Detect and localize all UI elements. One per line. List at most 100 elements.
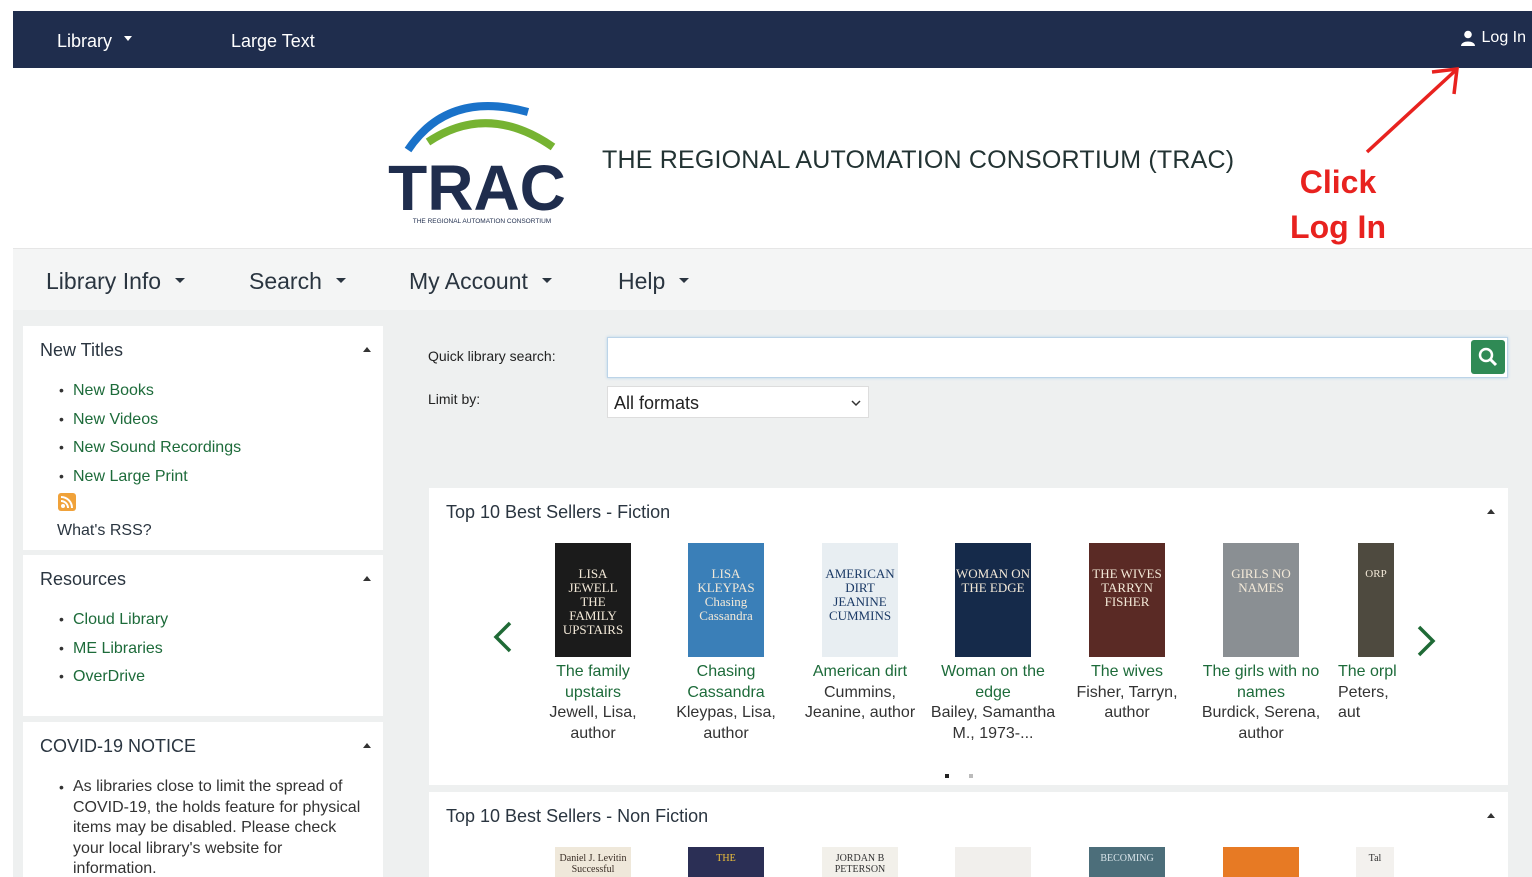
book-item[interactable]: AMERICAN DIRT JEANINE CUMMINS American di…: [796, 543, 924, 724]
book-cover-text: THE WIVES TARRYN FISHER: [1092, 566, 1162, 609]
book-author: Cummins, Jeanine, author: [804, 683, 916, 722]
book-author: Jewell, Lisa, author: [549, 704, 637, 742]
link-me-libraries[interactable]: ME Libraries: [59, 640, 168, 669]
dot-inactive[interactable]: [969, 774, 973, 778]
collapse-icon[interactable]: [363, 347, 371, 352]
resources-panel: Resources Cloud Library ME Libraries Ove…: [23, 555, 383, 716]
library-label: Library: [57, 31, 113, 51]
collapse-icon[interactable]: [1487, 813, 1495, 818]
search-icon: [1478, 347, 1498, 367]
book-title[interactable]: The girls with no names: [1197, 662, 1325, 703]
nonfiction-book-cover[interactable]: JORDAN B PETERSON: [822, 847, 898, 877]
book-title[interactable]: The orpl: [1338, 662, 1396, 683]
rss-icon[interactable]: [58, 493, 76, 511]
panel-title: Resources: [40, 569, 127, 589]
chevron-down-icon: [851, 400, 861, 407]
book-item[interactable]: ORP The orpl Peters, aut: [1330, 543, 1458, 724]
nav-library-info[interactable]: Library Info: [46, 268, 186, 295]
search-button[interactable]: [1471, 340, 1505, 374]
book-title[interactable]: Chasing Cassandra: [662, 662, 790, 703]
book-item[interactable]: WOMAN ON THE EDGE Woman on the edge Bailey…: [929, 543, 1057, 744]
chevron-down-icon: [175, 278, 186, 284]
book-cover[interactable]: AMERICAN DIRT JEANINE CUMMINS: [822, 543, 898, 657]
limit-label: Limit by:: [428, 391, 481, 407]
link-new-large-print[interactable]: New Large Print: [59, 468, 241, 497]
book-cover[interactable]: ORP: [1358, 543, 1394, 657]
book-item[interactable]: LISA KLEYPAS Chasing Cassandra Chasing Ca…: [662, 543, 790, 744]
link-new-books[interactable]: New Books: [59, 382, 241, 411]
book-item[interactable]: GIRLS NO NAMES The girls with no names Bur…: [1197, 543, 1325, 744]
covid-text: As libraries close to limit the spread o…: [59, 777, 369, 877]
link-new-sound-recordings[interactable]: New Sound Recordings: [59, 439, 241, 468]
panel-title: COVID-19 NOTICE: [40, 736, 197, 756]
nonfiction-book-cover[interactable]: [1223, 847, 1299, 877]
library-dropdown[interactable]: Library: [57, 31, 133, 52]
book-item[interactable]: THE WIVES TARRYN FISHER The wives Fisher, …: [1063, 543, 1191, 724]
svg-text:THE REGIONAL AUTOMATION CONSOR: THE REGIONAL AUTOMATION CONSORTIUM: [413, 218, 551, 225]
search-input[interactable]: [607, 337, 1508, 378]
collapse-icon[interactable]: [363, 576, 371, 581]
nonfiction-cover-text: JORDAN B PETERSON: [834, 853, 886, 875]
format-select[interactable]: All formats: [607, 386, 869, 418]
annotation-arrow: [1365, 66, 1460, 154]
link-cloud-library[interactable]: Cloud Library: [59, 611, 168, 640]
format-select-value: All formats: [614, 393, 700, 413]
book-cover[interactable]: GIRLS NO NAMES: [1223, 543, 1299, 657]
nav-help[interactable]: Help: [618, 268, 690, 295]
collapse-icon[interactable]: [363, 743, 371, 748]
book-cover[interactable]: THE WIVES TARRYN FISHER: [1089, 543, 1165, 657]
carousel-dots[interactable]: [945, 765, 993, 783]
book-cover-text: WOMAN ON THE EDGE: [955, 566, 1031, 595]
covid-list: As libraries close to limit the spread o…: [59, 777, 369, 877]
chevron-down-icon: [124, 35, 133, 41]
chevron-down-icon: [541, 278, 552, 284]
nonfiction-book-cover[interactable]: [955, 847, 1031, 877]
nonfiction-book-cover[interactable]: BECOMING: [1089, 847, 1165, 877]
nonfiction-book-cover[interactable]: THE: [688, 847, 764, 877]
link-new-videos[interactable]: New Videos: [59, 411, 241, 440]
book-title[interactable]: The family upstairs: [529, 662, 657, 703]
book-title[interactable]: American dirt: [796, 662, 924, 683]
collapse-icon[interactable]: [1487, 509, 1495, 514]
nonfiction-cover-text: [955, 847, 1031, 853]
book-cover-text: GIRLS NO NAMES: [1231, 566, 1291, 595]
chevron-down-icon: [679, 278, 690, 284]
svg-text:TRAC: TRAC: [388, 152, 566, 224]
book-cover[interactable]: LISA KLEYPAS Chasing Cassandra: [688, 543, 764, 657]
book-cover[interactable]: LISA JEWELL THE FAMILY UPSTAIRS: [555, 543, 631, 657]
book-cover-text: AMERICAN DIRT JEANINE CUMMINS: [825, 566, 895, 623]
book-title[interactable]: Woman on the edge: [929, 662, 1057, 703]
link-overdrive[interactable]: OverDrive: [59, 668, 168, 697]
carousel-title: Top 10 Best Sellers - Non Fiction: [446, 806, 709, 826]
main-nav: Library Info Search My Account Help: [13, 248, 1532, 310]
panel-title: New Titles: [40, 340, 124, 360]
nonfiction-cover-text: THE: [716, 853, 736, 864]
book-item[interactable]: LISA JEWELL THE FAMILY UPSTAIRS The famil…: [529, 543, 657, 744]
nav-search[interactable]: Search: [249, 268, 346, 295]
large-text-link[interactable]: Large Text: [231, 31, 315, 52]
nav-my-account[interactable]: My Account: [409, 268, 552, 295]
whats-rss-link[interactable]: What's RSS?: [57, 522, 152, 540]
site-title: THE REGIONAL AUTOMATION CONSORTIUM (TRAC…: [602, 146, 1235, 174]
dot-active[interactable]: [945, 774, 949, 778]
nonfiction-book-cover[interactable]: Daniel J. Levitin Successful: [555, 847, 631, 877]
chevron-down-icon: [335, 278, 346, 284]
covid-panel: COVID-19 NOTICE As libraries close to li…: [23, 722, 383, 877]
annotation-text: Click Log In: [1276, 160, 1400, 250]
nonfiction-cover-text: [1223, 847, 1299, 853]
nonfiction-carousel: Top 10 Best Sellers - Non Fiction Daniel…: [429, 792, 1508, 877]
top-bar: Library Large Text Log In: [13, 11, 1532, 68]
book-author: Bailey, Samantha M., 1973-...: [930, 704, 1056, 742]
nonfiction-book-cover[interactable]: Tal: [1356, 847, 1394, 877]
book-title[interactable]: The wives: [1063, 662, 1191, 683]
login-label: Log In: [1481, 29, 1526, 46]
nonfiction-cover-text: Tal: [1368, 853, 1382, 864]
new-titles-list: New Books New Videos New Sound Recording…: [59, 382, 241, 496]
login-link[interactable]: Log In: [1460, 29, 1526, 47]
search-label: Quick library search:: [428, 348, 556, 364]
book-cover[interactable]: WOMAN ON THE EDGE: [955, 543, 1031, 657]
book-author: Kleypas, Lisa, author: [676, 704, 776, 742]
book-author: Peters, aut: [1338, 683, 1389, 722]
user-icon: [1460, 30, 1475, 46]
prev-arrow-icon[interactable]: [492, 618, 514, 663]
